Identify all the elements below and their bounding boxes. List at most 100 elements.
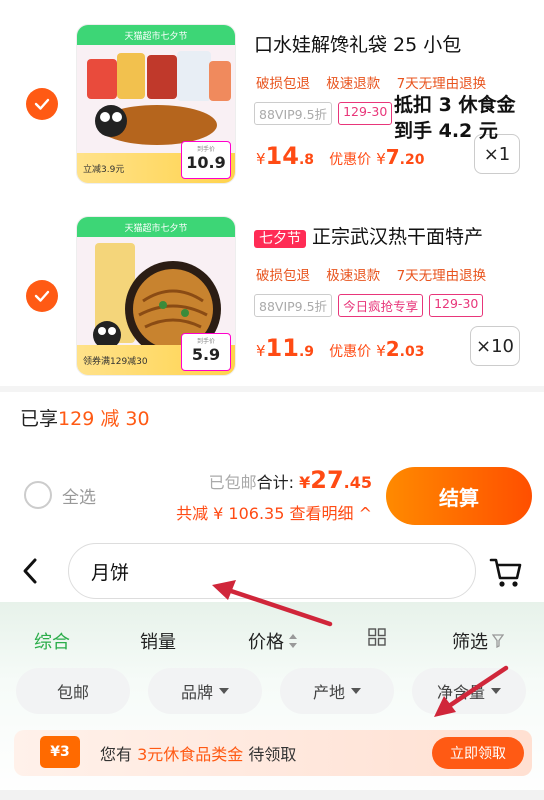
chip-label: 包邮 xyxy=(56,683,89,702)
saved-amount: 共减 ¥ 106.35 xyxy=(176,504,285,523)
tab-label: 筛选 xyxy=(452,632,488,653)
price-integer: 14 xyxy=(265,142,299,170)
coupon-banner[interactable]: ¥3 您有 3元休食品类金 待领取 立即领取 xyxy=(14,730,532,776)
search-input[interactable]: 月饼 xyxy=(68,543,476,599)
promo-tags: 88VIP9.5折 129-30 xyxy=(254,102,393,125)
product-thumbnail[interactable]: 天猫超市七夕节 领券满129减30 到手价 5.9 xyxy=(76,216,236,376)
cart-item[interactable]: 天猫超市七夕节 领券满129减30 到手价 5.9 七夕节 正宗武汉热干面特产 破… xyxy=(0,200,544,390)
item-checkbox[interactable] xyxy=(26,280,58,312)
total-label: 合计: xyxy=(256,473,295,492)
festival-badge: 七夕节 xyxy=(254,230,306,248)
tag-fast-refund: 极速退款 xyxy=(326,268,381,284)
after-decimal: .20 xyxy=(399,152,425,168)
chip-label: 产地 xyxy=(312,683,345,702)
result-list-edge xyxy=(0,790,544,800)
service-tags: 破损包退 极速退款 7天无理由退换 xyxy=(256,264,498,284)
filter-icon xyxy=(492,634,504,648)
checkmark-icon xyxy=(34,98,50,110)
chip-label: 品牌 xyxy=(180,683,213,702)
product-title[interactable]: 七夕节 正宗武汉热干面特产 xyxy=(254,222,483,249)
shipping-label: 已包邮 xyxy=(208,473,257,492)
search-query: 月饼 xyxy=(91,561,130,584)
tab-comprehensive[interactable]: 综合 xyxy=(34,628,70,654)
thumb-price-box: 到手价 5.9 xyxy=(181,333,231,371)
thumb-price: 5.9 xyxy=(191,345,221,364)
tag-7day-return: 7天无理由退换 xyxy=(396,76,487,92)
promo-prefix: 已享 xyxy=(20,407,59,430)
price-row: ¥14.8 优惠价 ¥7.20 xyxy=(256,142,424,170)
cart-icon[interactable] xyxy=(488,554,524,590)
price-currency: ¥ xyxy=(256,342,266,360)
coupon-highlight: 3元休食品类金 xyxy=(137,745,244,764)
coupon-text: 您有 3元休食品类金 待领取 xyxy=(100,741,296,765)
tag-fast-refund: 极速退款 xyxy=(326,76,381,92)
discount-tag: 129-30 xyxy=(338,102,393,125)
select-all-checkbox[interactable] xyxy=(24,481,52,509)
tab-sales[interactable]: 销量 xyxy=(140,628,176,654)
promo-tags: 88VIP9.5折 今日疯抢专享 129-30 xyxy=(254,294,484,317)
total-decimal: .45 xyxy=(343,473,372,492)
claim-coupon-button[interactable]: 立即领取 xyxy=(432,737,524,769)
thumb-price-box: 到手价 10.9 xyxy=(181,141,231,179)
total-currency: ¥ xyxy=(299,473,311,492)
annotation-line2: 到手 4.2 元 xyxy=(394,120,498,142)
price-decimal: .8 xyxy=(298,152,315,168)
price-integer: 11 xyxy=(265,334,299,362)
checkmark-icon xyxy=(34,290,50,302)
chevron-down-icon xyxy=(351,688,361,694)
tab-price[interactable]: 价格 xyxy=(248,628,298,654)
product-thumbnail[interactable]: 天猫超市七夕节 立减3.9元 到手价 10.9 xyxy=(76,24,236,184)
order-summary: 已包邮合计: ¥27.45 共减 ¥ 106.35 查看明细 ^ xyxy=(176,466,372,524)
thumb-price-label: 到手价 xyxy=(196,338,215,345)
tag-damage-refund: 破损包退 xyxy=(256,268,310,284)
thumb-price-label: 到手价 xyxy=(196,146,215,153)
product-title-text: 正宗武汉热干面特产 xyxy=(312,226,484,248)
tag-damage-refund: 破损包退 xyxy=(256,76,310,92)
checkout-button[interactable]: 结算 xyxy=(386,467,532,525)
select-all-label: 全选 xyxy=(62,487,96,508)
vip-tag: 88VIP9.5折 xyxy=(254,294,333,317)
promo-value: 129 减 30 xyxy=(58,407,150,430)
chevron-down-icon xyxy=(491,688,501,694)
item-checkbox[interactable] xyxy=(26,88,58,120)
tab-filter[interactable]: 筛选 xyxy=(452,628,504,654)
grid-icon xyxy=(368,628,386,646)
after-integer: 2 xyxy=(385,337,400,361)
tag-7day-return: 7天无理由退换 xyxy=(396,268,487,284)
total-amount: ¥27.45 xyxy=(299,466,372,494)
grid-view-toggle[interactable] xyxy=(368,628,386,646)
back-arrow-icon[interactable] xyxy=(20,556,42,586)
price-row: ¥11.9 优惠价 ¥2.03 xyxy=(256,334,424,362)
chip-free-shipping[interactable]: 包邮 xyxy=(16,668,130,714)
tab-label: 销量 xyxy=(140,632,176,653)
chip-net-weight[interactable]: 净含量 xyxy=(412,668,526,714)
after-discount-label: 优惠价 xyxy=(329,344,372,360)
price-currency: ¥ xyxy=(256,150,266,168)
chip-brand[interactable]: 品牌 xyxy=(148,668,262,714)
select-all[interactable]: 全选 xyxy=(24,481,96,509)
service-tags: 破损包退 极速退款 7天无理由退换 xyxy=(256,72,498,92)
chip-label: 净含量 xyxy=(436,683,485,702)
after-discount-label: 优惠价 xyxy=(329,152,372,168)
coupon-prefix: 您有 xyxy=(100,745,133,764)
chip-origin[interactable]: 产地 xyxy=(280,668,394,714)
annotation-line1: 抵扣 3 休食金 xyxy=(394,94,516,116)
view-details-link[interactable]: 查看明细 ^ xyxy=(290,504,373,523)
after-currency: ¥ xyxy=(376,342,386,360)
promo-summary: 已享 129 减 30 xyxy=(0,392,544,442)
discount-tag: 129-30 xyxy=(429,294,484,317)
search-bar: 月饼 xyxy=(0,540,544,602)
quantity-button[interactable]: ×10 xyxy=(470,326,520,366)
product-title[interactable]: 口水娃解馋礼袋 25 小包 xyxy=(254,30,461,57)
price-decimal: .9 xyxy=(298,344,315,360)
thumb-price: 10.9 xyxy=(186,153,226,172)
flash-sale-tag: 今日疯抢专享 xyxy=(338,294,424,317)
coupon-suffix: 待领取 xyxy=(248,745,297,764)
filter-chips: 包邮 品牌 产地 净含量 xyxy=(16,668,526,714)
sort-tabs: 综合 销量 价格 筛选 xyxy=(0,628,544,658)
sort-arrows-icon xyxy=(289,634,297,648)
handwritten-annotation: 抵扣 3 休食金 到手 4.2 元 xyxy=(394,92,515,144)
vip-tag: 88VIP9.5折 xyxy=(254,102,333,125)
tab-label: 综合 xyxy=(34,632,70,653)
coupon-badge: ¥3 xyxy=(40,736,80,768)
